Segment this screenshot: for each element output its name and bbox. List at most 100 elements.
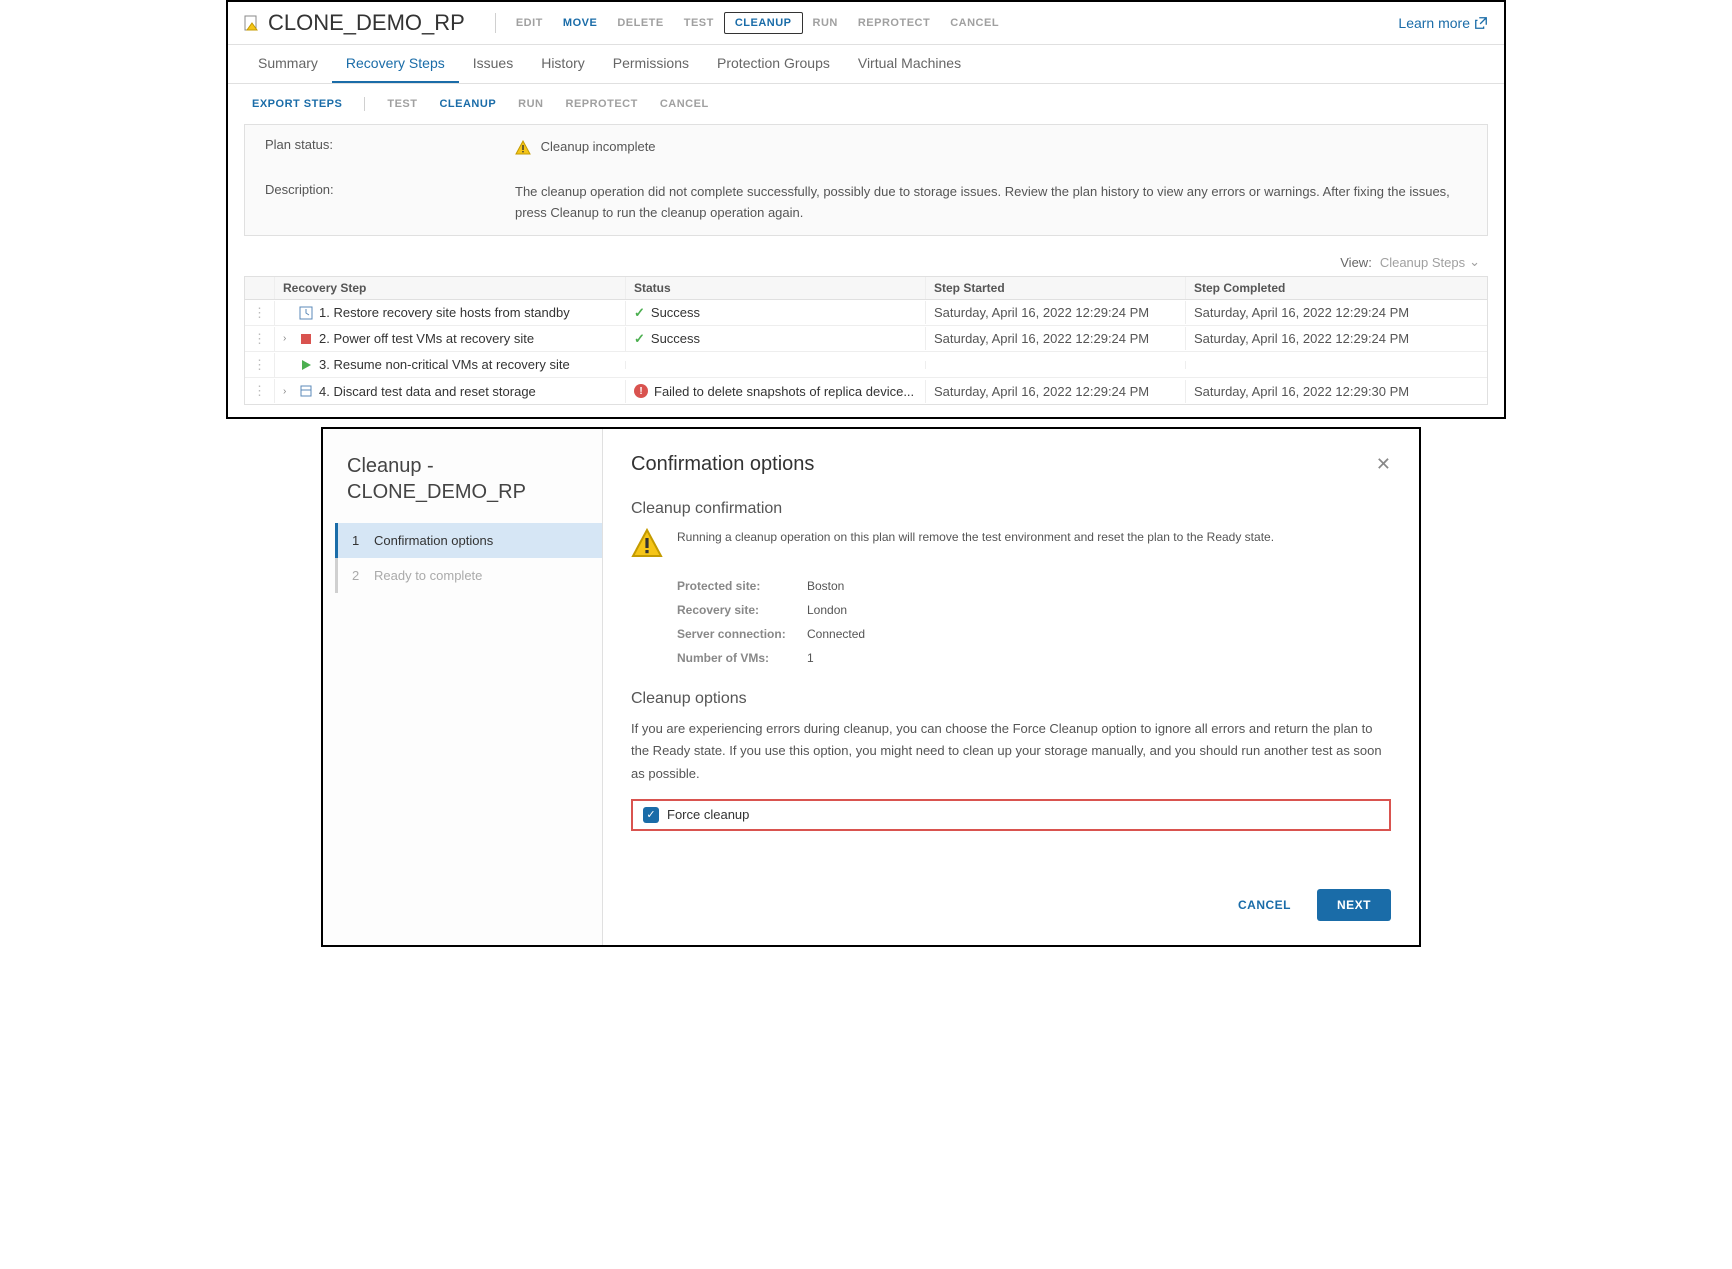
tab-permissions[interactable]: Permissions [599, 45, 703, 83]
recovery-site-value: London [807, 603, 847, 617]
number-of-vms-label: Number of VMs: [677, 651, 807, 665]
drag-handle-icon[interactable]: ⋮ [245, 353, 275, 377]
plan-status-label: Plan status: [265, 137, 515, 152]
table-row[interactable]: ⋮ 3. Resume non-critical VMs at recovery… [245, 352, 1487, 378]
drag-handle-icon[interactable]: ⋮ [245, 301, 275, 325]
recovery-steps-table: Recovery Step Status Step Started Step C… [244, 276, 1488, 405]
step-completed: Saturday, April 16, 2022 12:29:24 PM [1185, 301, 1487, 324]
status-text: Failed to delete snapshots of replica de… [654, 384, 914, 399]
warning-icon [631, 528, 663, 560]
learn-more-link[interactable]: Learn more [1398, 15, 1488, 31]
server-connection-label: Server connection: [677, 627, 807, 641]
recovery-plan-window: CLONE_DEMO_RP EDIT MOVE DELETE TEST CLEA… [226, 0, 1506, 419]
reprotect-button: REPROTECT [848, 12, 940, 34]
plan-status-text: Cleanup incomplete [541, 139, 656, 154]
force-cleanup-checkbox[interactable]: ✓ [643, 807, 659, 823]
restore-icon [299, 306, 313, 320]
warning-icon [515, 140, 531, 156]
status-text: Success [651, 331, 700, 346]
plan-status-value: Cleanup incomplete [515, 137, 1467, 158]
divider [495, 13, 496, 33]
table-header: Recovery Step Status Step Started Step C… [245, 277, 1487, 300]
server-connection-value: Connected [807, 627, 865, 641]
step-completed: Saturday, April 16, 2022 12:29:24 PM [1185, 327, 1487, 350]
col-header-step[interactable]: Recovery Step [275, 277, 625, 299]
table-row[interactable]: ⋮ › 2. Power off test VMs at recovery sit… [245, 326, 1487, 352]
wizard-sidebar: Cleanup - CLONE_DEMO_RP 1Confirmation op… [323, 429, 603, 945]
wizard-next-button[interactable]: NEXT [1317, 889, 1391, 921]
sub-run-button: RUN [510, 94, 551, 114]
confirmation-text: Running a cleanup operation on this plan… [677, 528, 1274, 546]
play-icon [299, 358, 313, 372]
step-label: 1. Restore recovery site hosts from stan… [319, 305, 570, 320]
drag-handle-icon[interactable]: ⋮ [245, 327, 275, 351]
wizard-step-confirmation[interactable]: 1Confirmation options [335, 523, 602, 558]
wizard-title: Cleanup - CLONE_DEMO_RP [323, 453, 602, 523]
delete-button: DELETE [607, 12, 673, 34]
step-label: 4. Discard test data and reset storage [319, 384, 536, 399]
force-cleanup-label: Force cleanup [667, 807, 749, 822]
expand-icon[interactable]: › [283, 333, 293, 344]
divider [364, 97, 365, 111]
sub-cancel-button: CANCEL [652, 94, 717, 114]
drag-handle-icon[interactable]: ⋮ [245, 379, 275, 403]
tab-summary[interactable]: Summary [244, 45, 332, 83]
col-header-completed[interactable]: Step Completed [1185, 277, 1487, 299]
wizard-step-number: 2 [352, 568, 364, 583]
step-started: Saturday, April 16, 2022 12:29:24 PM [925, 301, 1185, 324]
col-header-status[interactable]: Status [625, 277, 925, 299]
step-label: 2. Power off test VMs at recovery site [319, 331, 534, 346]
force-cleanup-highlight: ✓ Force cleanup [631, 799, 1391, 831]
plan-warning-icon [244, 15, 260, 31]
recovery-site-label: Recovery site: [677, 603, 807, 617]
view-select[interactable]: Cleanup Steps⌄ [1380, 254, 1480, 270]
top-header: CLONE_DEMO_RP EDIT MOVE DELETE TEST CLEA… [228, 2, 1504, 45]
wizard-content: Confirmation options ✕ Cleanup confirmat… [603, 429, 1419, 945]
tab-history[interactable]: History [527, 45, 599, 83]
sub-cleanup-button[interactable]: CLEANUP [431, 94, 504, 114]
table-row[interactable]: ⋮ 1. Restore recovery site hosts from st… [245, 300, 1487, 326]
cleanup-wizard-modal: Cleanup - CLONE_DEMO_RP 1Confirmation op… [321, 427, 1421, 947]
chevron-down-icon: ⌄ [1469, 254, 1480, 270]
wizard-step-ready: 2 Ready to complete [335, 558, 602, 593]
run-button: RUN [803, 12, 848, 34]
expand-icon[interactable]: › [283, 386, 293, 397]
page-title: CLONE_DEMO_RP [268, 10, 465, 36]
cleanup-button[interactable]: CLEANUP [724, 12, 803, 34]
cleanup-confirmation-heading: Cleanup confirmation [631, 500, 1391, 518]
cleanup-options-heading: Cleanup options [631, 690, 1391, 708]
sub-test-button: TEST [379, 94, 425, 114]
disk-icon [299, 384, 313, 398]
close-button[interactable]: ✕ [1376, 454, 1391, 475]
tab-issues[interactable]: Issues [459, 45, 527, 83]
cancel-button: CANCEL [940, 12, 1009, 34]
wizard-page-title: Confirmation options [631, 453, 814, 476]
tab-virtual-machines[interactable]: Virtual Machines [844, 45, 975, 83]
wizard-step-label: Ready to complete [374, 568, 482, 583]
tab-protection-groups[interactable]: Protection Groups [703, 45, 844, 83]
col-header-started[interactable]: Step Started [925, 277, 1185, 299]
tab-recovery-steps[interactable]: Recovery Steps [332, 45, 459, 83]
description-label: Description: [265, 182, 515, 197]
cleanup-options-text: If you are experiencing errors during cl… [631, 718, 1391, 784]
table-row[interactable]: ⋮ › 4. Discard test data and reset storag… [245, 378, 1487, 404]
main-tabs: Summary Recovery Steps Issues History Pe… [228, 45, 1504, 84]
view-selector-row: View: Cleanup Steps⌄ [228, 248, 1504, 276]
step-started: Saturday, April 16, 2022 12:29:24 PM [925, 327, 1185, 350]
wizard-cancel-button[interactable]: CANCEL [1224, 889, 1305, 921]
step-completed: Saturday, April 16, 2022 12:29:30 PM [1185, 380, 1487, 403]
step-started: Saturday, April 16, 2022 12:29:24 PM [925, 380, 1185, 403]
plan-status-box: Plan status: Cleanup incomplete Descript… [244, 124, 1488, 236]
protected-site-value: Boston [807, 579, 844, 593]
number-of-vms-value: 1 [807, 651, 814, 665]
error-icon: ! [634, 384, 648, 398]
learn-more-label: Learn more [1398, 15, 1470, 31]
wizard-step-number: 1 [352, 533, 364, 548]
success-icon: ✓ [634, 305, 645, 321]
edit-button: EDIT [506, 12, 553, 34]
success-icon: ✓ [634, 331, 645, 347]
protected-site-label: Protected site: [677, 579, 807, 593]
export-steps-button[interactable]: EXPORT STEPS [244, 94, 350, 114]
move-button[interactable]: MOVE [553, 12, 607, 34]
view-label: View: [1340, 255, 1372, 270]
